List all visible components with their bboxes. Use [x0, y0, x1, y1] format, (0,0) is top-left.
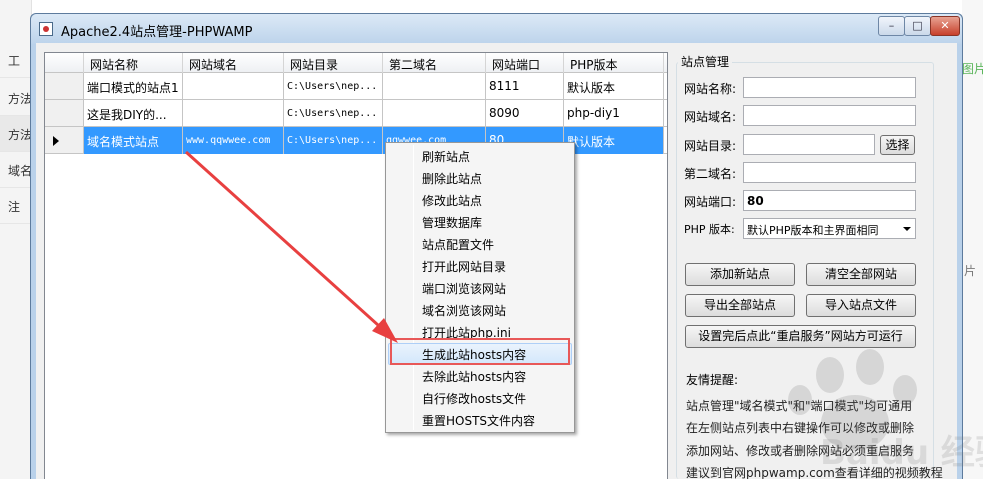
row-context-menu: 刷新站点 删除此站点 修改此站点 管理数据库 站点配置文件 打开此网站目录 端口… — [385, 142, 575, 433]
background-tab[interactable]: 方法 — [0, 80, 32, 116]
notice-title: 友情提醒: — [686, 373, 739, 387]
table-row[interactable]: 端口模式的站点1 C:\Users\nep... 8111 默认版本 — [45, 73, 667, 100]
cell-port[interactable]: 8090 — [486, 100, 564, 127]
menu-item-manage-database[interactable]: 管理数据库 — [388, 211, 572, 233]
menu-item-refresh-site[interactable]: 刷新站点 — [388, 145, 572, 167]
cell-domain[interactable]: www.qqwwee.com — [183, 127, 284, 154]
cell-site-name[interactable]: 这是我DIY的... — [84, 100, 183, 127]
cell-second-domain[interactable] — [383, 100, 486, 127]
cell-domain[interactable] — [183, 73, 284, 100]
choose-directory-button[interactable]: 选择 — [880, 135, 915, 155]
menu-item-open-site-directory[interactable]: 打开此网站目录 — [388, 255, 572, 277]
label-site-directory: 网站目录: — [684, 139, 737, 153]
menu-item-browse-by-domain[interactable]: 域名浏览该网站 — [388, 299, 572, 321]
clear-all-sites-button[interactable]: 清空全部网站 — [806, 263, 916, 286]
site-domain-input[interactable] — [743, 105, 916, 126]
php-version-selected: 默认PHP版本和主界面相同 — [747, 224, 879, 237]
menu-item-edit-hosts-file[interactable]: 自行修改hosts文件 — [388, 387, 572, 409]
label-site-port: 网站端口: — [684, 195, 737, 209]
header-corner — [45, 53, 84, 73]
add-site-button[interactable]: 添加新站点 — [685, 263, 795, 286]
maximize-button[interactable]: □ — [904, 16, 931, 36]
import-sites-button[interactable]: 导入站点文件 — [806, 294, 916, 317]
column-header[interactable]: 网站域名 — [183, 53, 284, 73]
background-tab[interactable]: 方法 — [0, 116, 32, 152]
cell-php-version[interactable]: php-diy1 — [564, 100, 664, 127]
current-row-arrow-icon — [53, 136, 59, 146]
row-header[interactable] — [45, 73, 84, 99]
label-site-domain: 网站域名: — [684, 110, 737, 124]
column-header[interactable]: PHP版本 — [564, 53, 664, 73]
close-button[interactable]: ✕ — [930, 16, 960, 36]
site-name-input[interactable] — [743, 77, 916, 98]
background-right-text: 图片 — [962, 62, 983, 76]
background-tab[interactable]: 域名模 — [0, 152, 32, 188]
group-title: 站点管理 — [678, 53, 733, 70]
cell-domain[interactable] — [183, 100, 284, 127]
label-second-domain: 第二域名: — [684, 167, 737, 181]
chevron-down-icon — [903, 227, 911, 231]
cell-directory[interactable]: C:\Users\nep... — [284, 127, 383, 154]
menu-item-remove-hosts[interactable]: 去除此站hosts内容 — [388, 365, 572, 387]
window-title: Apache2.4站点管理-PHPWAMP — [61, 25, 253, 40]
cell-php-version[interactable]: 默认版本 — [564, 73, 664, 100]
cell-php-version[interactable]: 默认版本 — [564, 127, 664, 154]
column-header[interactable]: 第二域名 — [383, 53, 486, 73]
grid-header: 网站名称 网站域名 网站目录 第二域名 网站端口 PHP版本 — [45, 53, 667, 73]
column-header[interactable]: 网站目录 — [284, 53, 383, 73]
menu-item-delete-site[interactable]: 删除此站点 — [388, 167, 572, 189]
row-header[interactable] — [45, 127, 84, 153]
background-tab[interactable]: 工 — [0, 42, 32, 78]
label-php-version: PHP 版本: — [684, 223, 735, 236]
background-tab[interactable]: 注 — [0, 188, 32, 224]
row-header[interactable] — [45, 100, 84, 126]
menu-item-browse-by-port[interactable]: 端口浏览该网站 — [388, 277, 572, 299]
menu-item-edit-site[interactable]: 修改此站点 — [388, 189, 572, 211]
php-version-select[interactable]: 默认PHP版本和主界面相同 — [743, 218, 916, 239]
cell-second-domain[interactable] — [383, 73, 486, 100]
title-bar[interactable]: Apache2.4站点管理-PHPWAMP – □ ✕ — [31, 14, 962, 44]
site-directory-input[interactable] — [743, 134, 875, 155]
cell-directory[interactable]: C:\Users\nep... — [284, 73, 383, 100]
table-row[interactable]: 这是我DIY的... C:\Users\nep... 8090 php-diy1 — [45, 100, 667, 127]
watermark-text: Baidu 经验 — [820, 433, 983, 473]
site-port-input[interactable]: 80 — [743, 190, 916, 211]
cell-site-name[interactable]: 端口模式的站点1 — [84, 73, 183, 100]
export-sites-button[interactable]: 导出全部站点 — [685, 294, 795, 317]
menu-item-site-config-file[interactable]: 站点配置文件 — [388, 233, 572, 255]
cell-directory[interactable]: C:\Users\nep... — [284, 100, 383, 127]
cell-port[interactable]: 8111 — [486, 73, 564, 100]
menu-item-reset-hosts-file[interactable]: 重置HOSTS文件内容 — [388, 409, 572, 431]
annotation-highlight-box — [390, 338, 570, 365]
column-header[interactable]: 网站名称 — [84, 53, 183, 73]
second-domain-input[interactable] — [743, 162, 916, 183]
app-icon — [39, 22, 53, 36]
label-site-name: 网站名称: — [684, 82, 737, 96]
cell-site-name[interactable]: 域名模式站点 — [84, 127, 183, 154]
minimize-button[interactable]: – — [878, 16, 905, 36]
background-right-text: 片 — [964, 264, 977, 278]
column-header[interactable]: 网站端口 — [486, 53, 564, 73]
